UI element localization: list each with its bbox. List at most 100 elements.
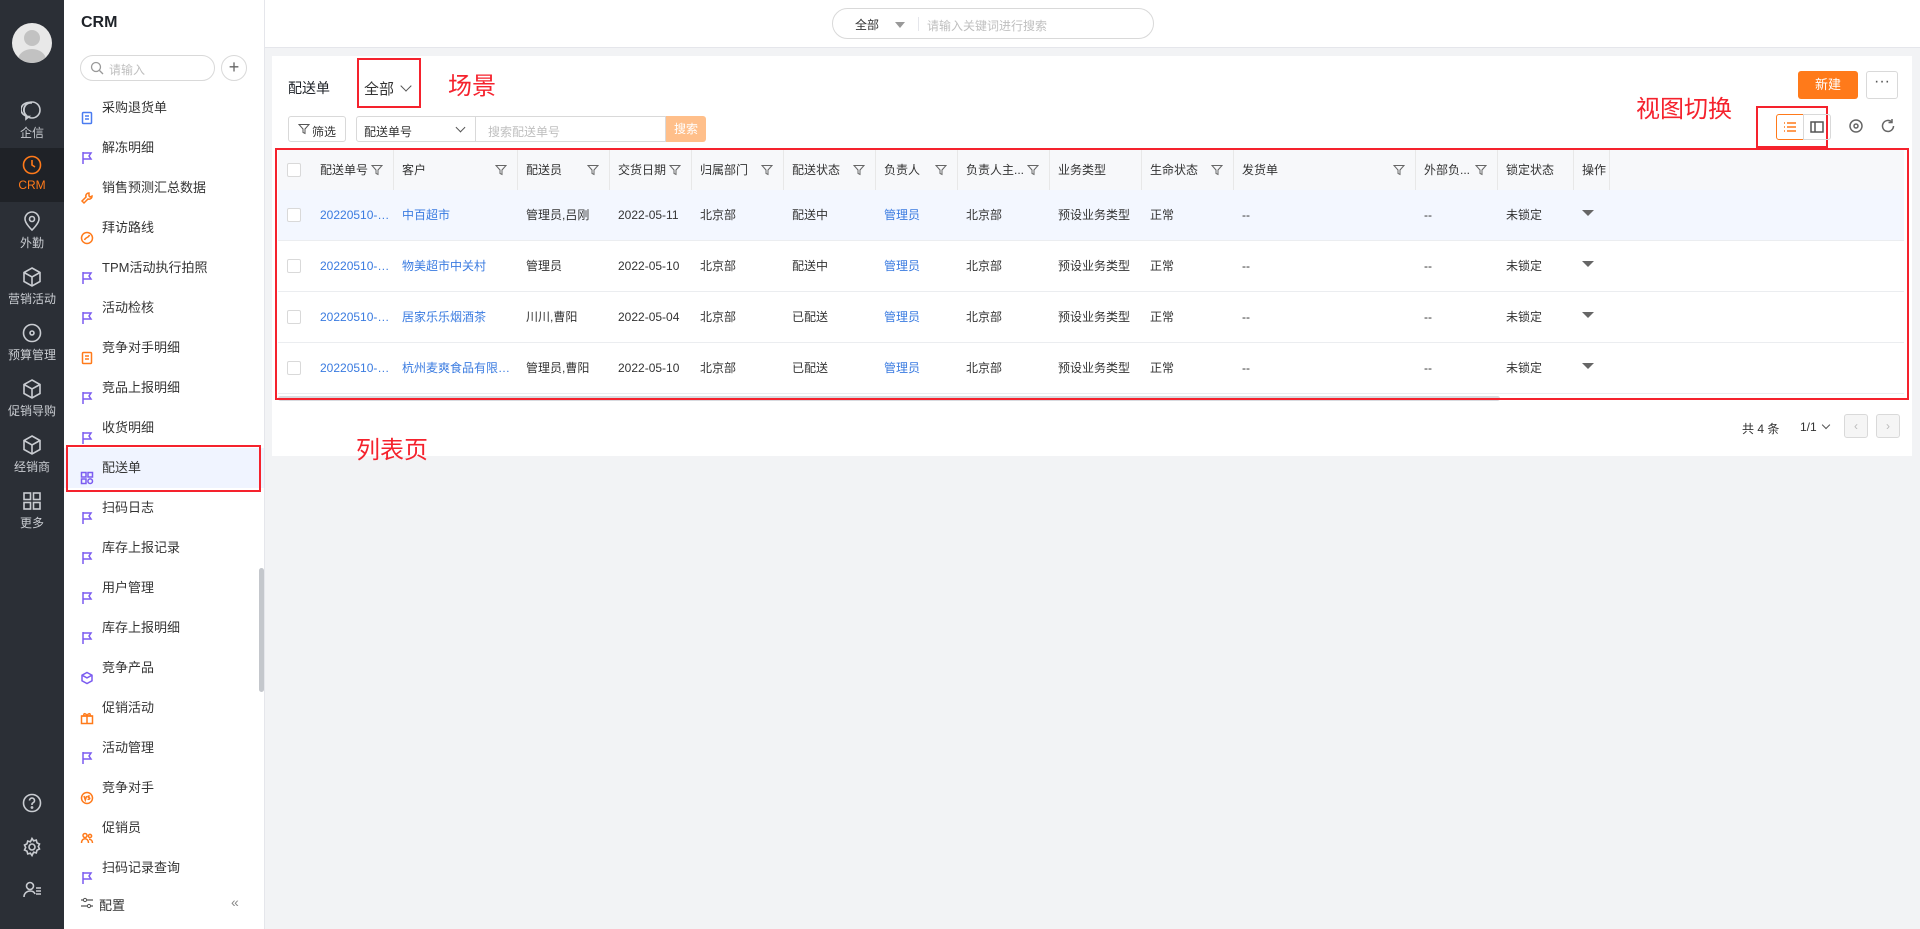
select-all-checkbox[interactable]: [287, 163, 301, 177]
sidebar-item[interactable]: 拜访路线: [64, 208, 264, 248]
sidebar-item[interactable]: 配送单: [64, 448, 264, 488]
row-action-dropdown-icon[interactable]: [1582, 312, 1594, 318]
column-filter-icon[interactable]: [1393, 164, 1405, 176]
column-filter-icon[interactable]: [495, 164, 507, 176]
sidebar-config[interactable]: 配置 «: [64, 888, 264, 918]
sidebar-item[interactable]: 采购退货单: [64, 88, 264, 128]
add-object-button[interactable]: +: [221, 55, 247, 81]
table-horizontal-scrollbar[interactable]: [278, 396, 1500, 401]
sidebar-item[interactable]: 活动检核: [64, 288, 264, 328]
sidebar-item[interactable]: 竞品上报明细: [64, 368, 264, 408]
sidebar-item[interactable]: 竞争对手: [64, 768, 264, 808]
row-checkbox[interactable]: [287, 310, 301, 324]
rail-item-crm[interactable]: CRM: [0, 148, 64, 202]
new-button[interactable]: 新建: [1798, 71, 1858, 99]
rail-item-waiqin[interactable]: 外勤: [0, 204, 64, 258]
search-button[interactable]: 搜索: [666, 116, 706, 142]
table-cell[interactable]: 管理员: [876, 241, 958, 292]
search-field-select[interactable]: 配送单号: [356, 116, 476, 142]
column-header[interactable]: 交货日期: [610, 150, 692, 190]
column-header[interactable]: 归属部门: [692, 150, 784, 190]
column-header[interactable]: 外部负...: [1416, 150, 1498, 190]
column-filter-icon[interactable]: [1475, 164, 1487, 176]
table-cell[interactable]: 管理员: [876, 292, 958, 343]
refresh-icon[interactable]: [1880, 118, 1898, 136]
row-action-dropdown-icon[interactable]: [1582, 210, 1594, 216]
sidebar-item[interactable]: 促销员: [64, 808, 264, 848]
table-cell[interactable]: 中百超市: [394, 190, 518, 241]
table-cell[interactable]: 居家乐乐烟酒茶: [394, 292, 518, 343]
sidebar-item[interactable]: 用户管理: [64, 568, 264, 608]
table-cell[interactable]: 物美超市中关村: [394, 241, 518, 292]
keyword-search-input[interactable]: 搜索配送单号: [476, 116, 666, 142]
next-page-button[interactable]: ›: [1876, 414, 1900, 438]
table-cell[interactable]: 管理员: [876, 343, 958, 394]
column-header[interactable]: 操作: [1574, 150, 1610, 190]
column-header[interactable]: 业务类型: [1050, 150, 1142, 190]
table-cell[interactable]: 20220510-00...: [312, 241, 394, 292]
settings-icon[interactable]: [21, 836, 43, 858]
scene-select[interactable]: 全部: [356, 70, 420, 102]
column-header[interactable]: 负责人主...: [958, 150, 1050, 190]
rail-item-more[interactable]: 更多: [0, 484, 64, 538]
sidebar-item[interactable]: 库存上报记录: [64, 528, 264, 568]
sidebar-scrollbar[interactable]: [259, 568, 264, 692]
user-settings-icon[interactable]: [21, 878, 43, 900]
sidebar-item[interactable]: 库存上报明细: [64, 608, 264, 648]
column-filter-icon[interactable]: [669, 164, 681, 176]
column-filter-icon[interactable]: [935, 164, 947, 176]
rail-item-budget[interactable]: 预算管理: [0, 316, 64, 370]
user-avatar[interactable]: [12, 23, 52, 63]
row-action-dropdown-icon[interactable]: [1582, 261, 1594, 267]
more-button[interactable]: ···: [1866, 71, 1898, 99]
column-header[interactable]: 发货单: [1234, 150, 1416, 190]
sidebar-item[interactable]: 扫码记录查询: [64, 848, 264, 888]
column-filter-icon[interactable]: [587, 164, 599, 176]
column-filter-icon[interactable]: [853, 164, 865, 176]
search-scope-select[interactable]: 全部: [855, 16, 879, 33]
sidebar-item[interactable]: 扫码日志: [64, 488, 264, 528]
column-filter-icon[interactable]: [1211, 164, 1223, 176]
filter-button[interactable]: 筛选: [288, 116, 346, 142]
sidebar-item[interactable]: 活动管理: [64, 728, 264, 768]
column-header[interactable]: 负责人: [876, 150, 958, 190]
column-filter-icon[interactable]: [761, 164, 773, 176]
column-header[interactable]: 生命状态: [1142, 150, 1234, 190]
global-search-input[interactable]: 请输入关键词进行搜索: [927, 17, 1047, 34]
table-row[interactable]: 20220510-00... 中百超市 管理员,吕刚 2022-05-11 北京部 配送中…: [278, 190, 1904, 241]
prev-page-button[interactable]: ‹: [1844, 414, 1868, 438]
list-view-button[interactable]: [1776, 114, 1804, 140]
rail-item-dealer[interactable]: 经销商: [0, 428, 64, 482]
sidebar-search-input[interactable]: 请输入: [80, 55, 215, 81]
table-row[interactable]: 20220510-00... 居家乐乐烟酒茶 川川,曹阳 2022-05-04 北京部 已…: [278, 292, 1904, 343]
table-cell[interactable]: 管理员: [876, 190, 958, 241]
column-header[interactable]: 配送单号: [312, 150, 394, 190]
sidebar-item[interactable]: 销售预测汇总数据: [64, 168, 264, 208]
column-settings-icon[interactable]: [1848, 118, 1866, 136]
sidebar-item[interactable]: 促销活动: [64, 688, 264, 728]
column-filter-icon[interactable]: [371, 164, 383, 176]
sidebar-item[interactable]: TPM活动执行拍照: [64, 248, 264, 288]
column-header[interactable]: 客户: [394, 150, 518, 190]
row-checkbox[interactable]: [287, 259, 301, 273]
rail-item-qixin[interactable]: 企信: [0, 94, 64, 148]
table-row[interactable]: 20220510-00... 杭州麦爽食品有限公司 管理员,曹阳 2022-05-10…: [278, 343, 1904, 394]
table-cell[interactable]: 20220510-00...: [312, 292, 394, 343]
help-icon[interactable]: [21, 792, 43, 814]
row-action-dropdown-icon[interactable]: [1582, 363, 1594, 369]
row-checkbox[interactable]: [287, 361, 301, 375]
row-checkbox[interactable]: [287, 208, 301, 222]
sidebar-item[interactable]: 收货明细: [64, 408, 264, 448]
table-cell[interactable]: 20220510-00...: [312, 343, 394, 394]
table-row[interactable]: 20220510-00... 物美超市中关村 管理员 2022-05-10 北京部 配送中…: [278, 241, 1904, 292]
rail-item-promotion[interactable]: 促销导购: [0, 372, 64, 426]
rail-item-marketing[interactable]: 营销活动: [0, 260, 64, 314]
column-header[interactable]: 配送员: [518, 150, 610, 190]
page-select[interactable]: 1/1: [1800, 420, 1817, 434]
split-view-button[interactable]: [1803, 114, 1831, 140]
column-header[interactable]: 配送状态: [784, 150, 876, 190]
collapse-sidebar-icon[interactable]: «: [231, 894, 239, 910]
sidebar-item[interactable]: 竞争对手明细: [64, 328, 264, 368]
sidebar-item[interactable]: 竞争产品: [64, 648, 264, 688]
table-cell[interactable]: 杭州麦爽食品有限公司: [394, 343, 518, 394]
